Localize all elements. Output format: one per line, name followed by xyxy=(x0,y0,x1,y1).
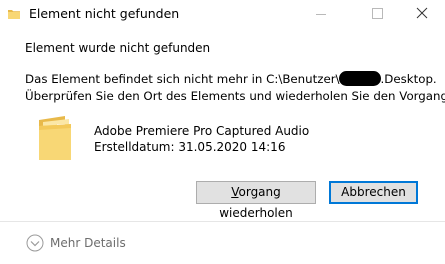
retry-accelerator: V xyxy=(231,185,239,199)
minimize-button[interactable] xyxy=(298,0,344,28)
error-dialog: Element nicht gefunden Element wurde nic… xyxy=(0,0,445,264)
dialog-message: Das Element befindet sich nicht mehr in … xyxy=(25,71,445,105)
dialog-heading: Element wurde nicht gefunden xyxy=(25,41,211,55)
minimize-icon xyxy=(316,14,326,15)
message-line-1: Das Element befindet sich nicht mehr in … xyxy=(25,71,437,88)
file-name: Adobe Premiere Pro Captured Audio xyxy=(94,124,310,138)
title-bar: Element nicht gefunden xyxy=(0,0,445,28)
file-created-date: Erstelldatum: 31.05.2020 14:16 xyxy=(94,140,286,154)
redacted-username xyxy=(338,71,381,86)
footer-divider xyxy=(0,221,445,222)
close-icon xyxy=(416,7,428,19)
message-line-2: Überprüfen Sie den Ort des Elements und … xyxy=(25,89,445,103)
close-button[interactable] xyxy=(399,0,445,28)
message-path-prefix: Das Element befindet sich nicht mehr in … xyxy=(25,72,340,86)
more-details-label: Mehr Details xyxy=(50,236,126,250)
maximize-icon xyxy=(372,8,383,19)
folder-icon xyxy=(39,116,71,160)
retry-button[interactable]: Vorgang wiederholen xyxy=(196,181,316,220)
folder-icon xyxy=(8,10,20,19)
message-path-suffix: .Desktop. xyxy=(380,72,437,86)
window-title: Element nicht gefunden xyxy=(29,6,180,21)
maximize-button[interactable] xyxy=(354,0,400,28)
cancel-button[interactable]: Abbrechen xyxy=(329,181,418,204)
chevron-down-circle-icon xyxy=(26,234,44,252)
